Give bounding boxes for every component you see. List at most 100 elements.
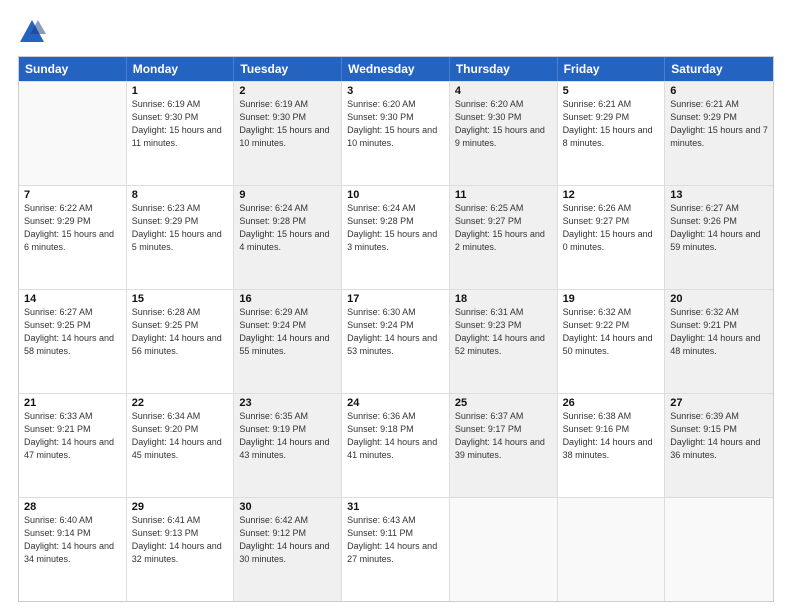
sunrise-text: Sunrise: 6:33 AM [24, 410, 121, 423]
day-number: 24 [347, 397, 444, 409]
calendar-cell: 9Sunrise: 6:24 AMSunset: 9:28 PMDaylight… [234, 186, 342, 289]
sunset-text: Sunset: 9:29 PM [132, 215, 229, 228]
sunrise-text: Sunrise: 6:30 AM [347, 306, 444, 319]
calendar-cell: 31Sunrise: 6:43 AMSunset: 9:11 PMDayligh… [342, 498, 450, 601]
daylight-text: Daylight: 14 hours and 56 minutes. [132, 332, 229, 358]
calendar-row-4: 21Sunrise: 6:33 AMSunset: 9:21 PMDayligh… [19, 393, 773, 497]
day-number: 8 [132, 189, 229, 201]
sunrise-text: Sunrise: 6:19 AM [132, 98, 229, 111]
day-number: 10 [347, 189, 444, 201]
day-number: 15 [132, 293, 229, 305]
calendar-cell: 18Sunrise: 6:31 AMSunset: 9:23 PMDayligh… [450, 290, 558, 393]
sunset-text: Sunset: 9:25 PM [132, 319, 229, 332]
sunrise-text: Sunrise: 6:41 AM [132, 514, 229, 527]
day-number: 21 [24, 397, 121, 409]
sunset-text: Sunset: 9:16 PM [563, 423, 660, 436]
calendar-cell: 11Sunrise: 6:25 AMSunset: 9:27 PMDayligh… [450, 186, 558, 289]
daylight-text: Daylight: 15 hours and 11 minutes. [132, 124, 229, 150]
sunrise-text: Sunrise: 6:25 AM [455, 202, 552, 215]
day-number: 20 [670, 293, 768, 305]
sunrise-text: Sunrise: 6:36 AM [347, 410, 444, 423]
sunrise-text: Sunrise: 6:27 AM [24, 306, 121, 319]
sunset-text: Sunset: 9:12 PM [239, 527, 336, 540]
weekday-header-monday: Monday [127, 57, 235, 81]
daylight-text: Daylight: 15 hours and 2 minutes. [455, 228, 552, 254]
calendar-row-2: 7Sunrise: 6:22 AMSunset: 9:29 PMDaylight… [19, 185, 773, 289]
daylight-text: Daylight: 14 hours and 53 minutes. [347, 332, 444, 358]
sunrise-text: Sunrise: 6:32 AM [563, 306, 660, 319]
sunset-text: Sunset: 9:25 PM [24, 319, 121, 332]
daylight-text: Daylight: 14 hours and 48 minutes. [670, 332, 768, 358]
logo-icon [18, 18, 46, 46]
weekday-header-tuesday: Tuesday [234, 57, 342, 81]
calendar-cell: 29Sunrise: 6:41 AMSunset: 9:13 PMDayligh… [127, 498, 235, 601]
calendar-cell: 6Sunrise: 6:21 AMSunset: 9:29 PMDaylight… [665, 82, 773, 185]
calendar-cell: 20Sunrise: 6:32 AMSunset: 9:21 PMDayligh… [665, 290, 773, 393]
day-number: 9 [239, 189, 336, 201]
daylight-text: Daylight: 15 hours and 5 minutes. [132, 228, 229, 254]
daylight-text: Daylight: 14 hours and 39 minutes. [455, 436, 552, 462]
weekday-header-friday: Friday [558, 57, 666, 81]
sunrise-text: Sunrise: 6:21 AM [563, 98, 660, 111]
sunrise-text: Sunrise: 6:24 AM [347, 202, 444, 215]
sunset-text: Sunset: 9:30 PM [239, 111, 336, 124]
calendar: SundayMondayTuesdayWednesdayThursdayFrid… [18, 56, 774, 602]
day-number: 13 [670, 189, 768, 201]
sunrise-text: Sunrise: 6:43 AM [347, 514, 444, 527]
weekday-header-saturday: Saturday [665, 57, 773, 81]
sunset-text: Sunset: 9:26 PM [670, 215, 768, 228]
calendar-cell: 4Sunrise: 6:20 AMSunset: 9:30 PMDaylight… [450, 82, 558, 185]
sunrise-text: Sunrise: 6:31 AM [455, 306, 552, 319]
logo [18, 18, 50, 46]
calendar-cell: 28Sunrise: 6:40 AMSunset: 9:14 PMDayligh… [19, 498, 127, 601]
sunrise-text: Sunrise: 6:42 AM [239, 514, 336, 527]
daylight-text: Daylight: 15 hours and 10 minutes. [239, 124, 336, 150]
day-number: 7 [24, 189, 121, 201]
daylight-text: Daylight: 14 hours and 50 minutes. [563, 332, 660, 358]
sunset-text: Sunset: 9:20 PM [132, 423, 229, 436]
daylight-text: Daylight: 14 hours and 45 minutes. [132, 436, 229, 462]
sunset-text: Sunset: 9:19 PM [239, 423, 336, 436]
calendar-row-5: 28Sunrise: 6:40 AMSunset: 9:14 PMDayligh… [19, 497, 773, 601]
daylight-text: Daylight: 14 hours and 32 minutes. [132, 540, 229, 566]
day-number: 1 [132, 85, 229, 97]
daylight-text: Daylight: 15 hours and 4 minutes. [239, 228, 336, 254]
sunset-text: Sunset: 9:18 PM [347, 423, 444, 436]
sunset-text: Sunset: 9:15 PM [670, 423, 768, 436]
day-number: 16 [239, 293, 336, 305]
daylight-text: Daylight: 15 hours and 6 minutes. [24, 228, 121, 254]
day-number: 6 [670, 85, 768, 97]
daylight-text: Daylight: 15 hours and 10 minutes. [347, 124, 444, 150]
day-number: 22 [132, 397, 229, 409]
calendar-cell: 7Sunrise: 6:22 AMSunset: 9:29 PMDaylight… [19, 186, 127, 289]
daylight-text: Daylight: 14 hours and 55 minutes. [239, 332, 336, 358]
sunset-text: Sunset: 9:28 PM [239, 215, 336, 228]
sunrise-text: Sunrise: 6:40 AM [24, 514, 121, 527]
daylight-text: Daylight: 15 hours and 8 minutes. [563, 124, 660, 150]
sunrise-text: Sunrise: 6:35 AM [239, 410, 336, 423]
sunset-text: Sunset: 9:24 PM [347, 319, 444, 332]
sunset-text: Sunset: 9:22 PM [563, 319, 660, 332]
day-number: 19 [563, 293, 660, 305]
sunset-text: Sunset: 9:13 PM [132, 527, 229, 540]
calendar-header: SundayMondayTuesdayWednesdayThursdayFrid… [19, 57, 773, 81]
sunrise-text: Sunrise: 6:29 AM [239, 306, 336, 319]
daylight-text: Daylight: 14 hours and 38 minutes. [563, 436, 660, 462]
day-number: 25 [455, 397, 552, 409]
daylight-text: Daylight: 14 hours and 36 minutes. [670, 436, 768, 462]
day-number: 17 [347, 293, 444, 305]
sunset-text: Sunset: 9:23 PM [455, 319, 552, 332]
day-number: 29 [132, 501, 229, 513]
calendar-cell: 21Sunrise: 6:33 AMSunset: 9:21 PMDayligh… [19, 394, 127, 497]
sunset-text: Sunset: 9:29 PM [563, 111, 660, 124]
calendar-cell: 10Sunrise: 6:24 AMSunset: 9:28 PMDayligh… [342, 186, 450, 289]
daylight-text: Daylight: 14 hours and 43 minutes. [239, 436, 336, 462]
sunset-text: Sunset: 9:28 PM [347, 215, 444, 228]
calendar-body: 1Sunrise: 6:19 AMSunset: 9:30 PMDaylight… [19, 81, 773, 601]
calendar-cell: 15Sunrise: 6:28 AMSunset: 9:25 PMDayligh… [127, 290, 235, 393]
daylight-text: Daylight: 14 hours and 30 minutes. [239, 540, 336, 566]
day-number: 4 [455, 85, 552, 97]
calendar-cell: 3Sunrise: 6:20 AMSunset: 9:30 PMDaylight… [342, 82, 450, 185]
sunset-text: Sunset: 9:30 PM [347, 111, 444, 124]
sunrise-text: Sunrise: 6:24 AM [239, 202, 336, 215]
